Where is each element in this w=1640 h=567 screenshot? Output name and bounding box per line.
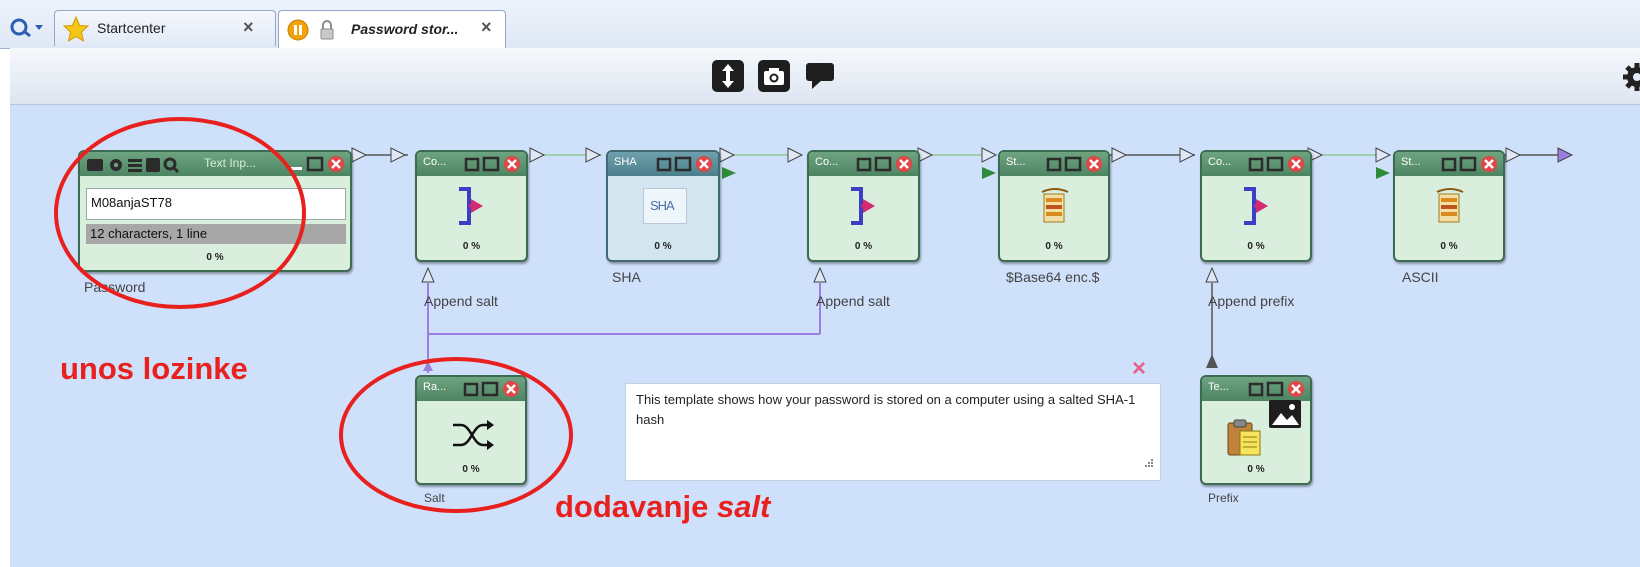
tab-bar: Startcenter × Password stor... × [0, 0, 1640, 49]
tab-label: Startcenter [97, 20, 166, 36]
tab-password-storage[interactable]: Password stor... × [278, 10, 506, 48]
toolbar [10, 48, 1640, 105]
tab-label: Password stor... [351, 21, 459, 37]
gear-icon[interactable] [1620, 62, 1640, 92]
fit-icon[interactable] [710, 58, 746, 94]
star-icon [62, 15, 90, 45]
close-icon[interactable]: × [243, 17, 254, 38]
annotation-circles [54, 117, 573, 513]
camera-icon[interactable] [756, 58, 792, 94]
workflow-canvas[interactable]: Text Inp... M08anjaST78 12 characters, 1… [10, 105, 1640, 567]
annotation-salt-prefix: dodavanje [555, 489, 709, 524]
lock-icon [319, 19, 335, 44]
annotation-password-label: unos lozinke [60, 351, 248, 386]
close-icon[interactable]: × [481, 17, 492, 38]
app-menu-icon[interactable] [8, 14, 48, 40]
comment-icon[interactable] [802, 58, 838, 94]
tab-startcenter[interactable]: Startcenter × [54, 10, 276, 46]
pause-icon [287, 19, 309, 44]
annotation-salt-label: dodavanje salt [555, 489, 770, 525]
annotation-salt-emphasis: salt [716, 489, 771, 524]
